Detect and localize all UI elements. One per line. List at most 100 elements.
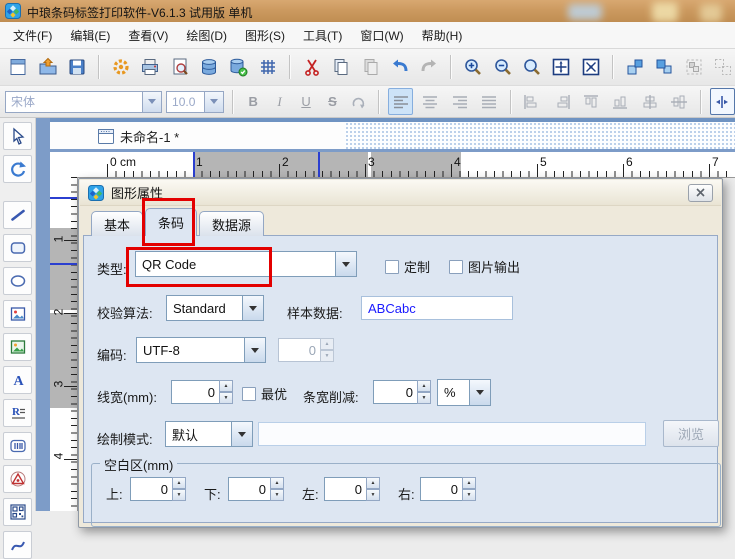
checkbox-box[interactable] <box>449 260 463 274</box>
spin-up-icon[interactable]: ▲ <box>219 380 233 392</box>
spin-up-icon[interactable]: ▲ <box>172 477 186 489</box>
underline-button[interactable]: U <box>295 90 317 114</box>
open-file-button[interactable] <box>35 52 59 82</box>
spin-down-icon[interactable]: ▼ <box>417 392 431 404</box>
spin-up-icon[interactable]: ▲ <box>417 380 431 392</box>
spin-up-icon[interactable]: ▲ <box>366 477 380 489</box>
redo-button[interactable] <box>417 52 441 82</box>
image-output-checkbox[interactable]: 图片输出 <box>449 257 520 276</box>
italic-button[interactable]: I <box>268 90 290 114</box>
picture-tool[interactable] <box>3 333 32 361</box>
menu-item-help[interactable]: 帮助(H) <box>413 23 472 48</box>
reduction-spinner[interactable]: 0 ▲▼ <box>373 380 431 404</box>
menu-item-tools[interactable]: 工具(T) <box>294 23 351 48</box>
save-button[interactable] <box>65 52 89 82</box>
menu-item-window[interactable]: 窗口(W) <box>351 23 412 48</box>
spin-up-icon[interactable]: ▲ <box>270 477 284 489</box>
menu-item-view[interactable]: 查看(V) <box>119 23 177 48</box>
center-horizontally-button[interactable] <box>637 88 662 115</box>
ellipse-tool[interactable] <box>3 267 32 295</box>
strikethrough-button[interactable]: S <box>321 90 343 114</box>
center-vertically-button[interactable] <box>666 88 691 115</box>
quiet-right-spinner[interactable]: 0 ▲▼ <box>420 477 476 501</box>
ungroup-button[interactable] <box>711 52 735 82</box>
spin-up-icon[interactable]: ▲ <box>462 477 476 489</box>
encoding-dropdown-icon[interactable] <box>244 337 266 363</box>
align-right-edges-button[interactable] <box>549 88 574 115</box>
menu-item-draw[interactable]: 绘图(D) <box>177 23 236 48</box>
drawmode-combobox[interactable]: 默认 <box>165 421 253 447</box>
curve-tool[interactable] <box>3 531 32 559</box>
undo-button[interactable] <box>388 52 412 82</box>
bring-forward-button[interactable] <box>623 52 647 82</box>
grid-button[interactable] <box>256 52 280 82</box>
rotate-tool[interactable] <box>3 155 32 183</box>
rich-text-tool[interactable]: R <box>3 399 32 427</box>
font-size-combobox[interactable]: 10.0 <box>166 91 224 113</box>
spin-down-icon[interactable]: ▼ <box>366 489 380 501</box>
align-bottom-edges-button[interactable] <box>608 88 633 115</box>
rounded-rectangle-tool[interactable] <box>3 234 32 262</box>
font-name-dropdown-icon[interactable] <box>143 91 162 113</box>
zoom-out-button[interactable] <box>491 52 515 82</box>
fit-actual-size-button[interactable] <box>579 52 603 82</box>
menu-item-graphic[interactable]: 图形(S) <box>236 23 294 48</box>
tab-barcode[interactable]: 条码 <box>145 208 197 236</box>
browse-button[interactable]: 浏览 <box>663 420 719 447</box>
dialog-close-button[interactable] <box>688 184 713 202</box>
paste-button[interactable] <box>358 52 382 82</box>
linewidth-spinner[interactable]: 0 ▲▼ <box>171 380 233 404</box>
encoding-combobox[interactable]: UTF-8 <box>136 337 266 363</box>
menu-item-edit[interactable]: 编辑(E) <box>61 23 119 48</box>
dialog-titlebar[interactable]: 图形属性 <box>80 180 721 206</box>
reduction-unit-dropdown-icon[interactable] <box>469 379 491 406</box>
bold-button[interactable]: B <box>242 90 264 114</box>
align-left-edges-button[interactable] <box>520 88 545 115</box>
barcode-tool[interactable] <box>3 432 32 460</box>
checksum-dropdown-icon[interactable] <box>242 295 264 321</box>
menu-item-file[interactable]: 文件(F) <box>4 23 61 48</box>
group-button[interactable] <box>681 52 705 82</box>
custom-checkbox[interactable]: 定制 <box>385 257 430 276</box>
tab-datasource[interactable]: 数据源 <box>199 211 264 236</box>
quiet-left-spinner[interactable]: 0 ▲▼ <box>324 477 380 501</box>
copy-button[interactable] <box>329 52 353 82</box>
send-backward-button[interactable] <box>652 52 676 82</box>
polygon-tool[interactable] <box>3 465 32 493</box>
settings-button[interactable] <box>109 52 133 82</box>
print-button[interactable] <box>138 52 162 82</box>
type-combobox[interactable]: QR Code <box>135 251 357 277</box>
align-center-button[interactable] <box>417 88 442 115</box>
qr-code-tool[interactable] <box>3 498 32 526</box>
new-document-button[interactable] <box>6 52 30 82</box>
cut-button[interactable] <box>300 52 324 82</box>
zoom-button[interactable] <box>520 52 544 82</box>
align-top-edges-button[interactable] <box>578 88 603 115</box>
checkbox-box[interactable] <box>385 260 399 274</box>
fit-to-window-button[interactable] <box>549 52 573 82</box>
checksum-combobox[interactable]: Standard <box>166 295 264 321</box>
spin-down-icon[interactable]: ▼ <box>219 392 233 404</box>
quiet-bottom-spinner[interactable]: 0 ▲▼ <box>228 477 284 501</box>
spin-down-icon[interactable]: ▼ <box>270 489 284 501</box>
font-size-dropdown-icon[interactable] <box>205 91 224 113</box>
checkbox-box[interactable] <box>242 387 256 401</box>
font-name-combobox[interactable]: 宋体 <box>5 91 162 113</box>
align-right-button[interactable] <box>447 88 472 115</box>
document-tab[interactable]: 未命名-1 * <box>90 125 187 147</box>
print-preview-button[interactable] <box>168 52 192 82</box>
optimal-checkbox[interactable]: 最优 <box>242 384 287 403</box>
image-tool[interactable] <box>3 300 32 328</box>
sample-data-field[interactable]: ABCabc <box>361 296 513 320</box>
text-tool[interactable]: A <box>3 366 32 394</box>
database-connect-button[interactable] <box>226 52 250 82</box>
rotate-text-icon[interactable] <box>348 90 370 114</box>
line-tool[interactable] <box>3 201 32 229</box>
select-tool[interactable] <box>3 122 32 150</box>
center-in-label-button[interactable] <box>710 88 735 115</box>
spin-down-icon[interactable]: ▼ <box>462 489 476 501</box>
database-button[interactable] <box>197 52 221 82</box>
type-dropdown-icon[interactable] <box>335 251 357 277</box>
align-left-button[interactable] <box>388 88 413 115</box>
reduction-unit-combobox[interactable]: % <box>437 379 491 406</box>
